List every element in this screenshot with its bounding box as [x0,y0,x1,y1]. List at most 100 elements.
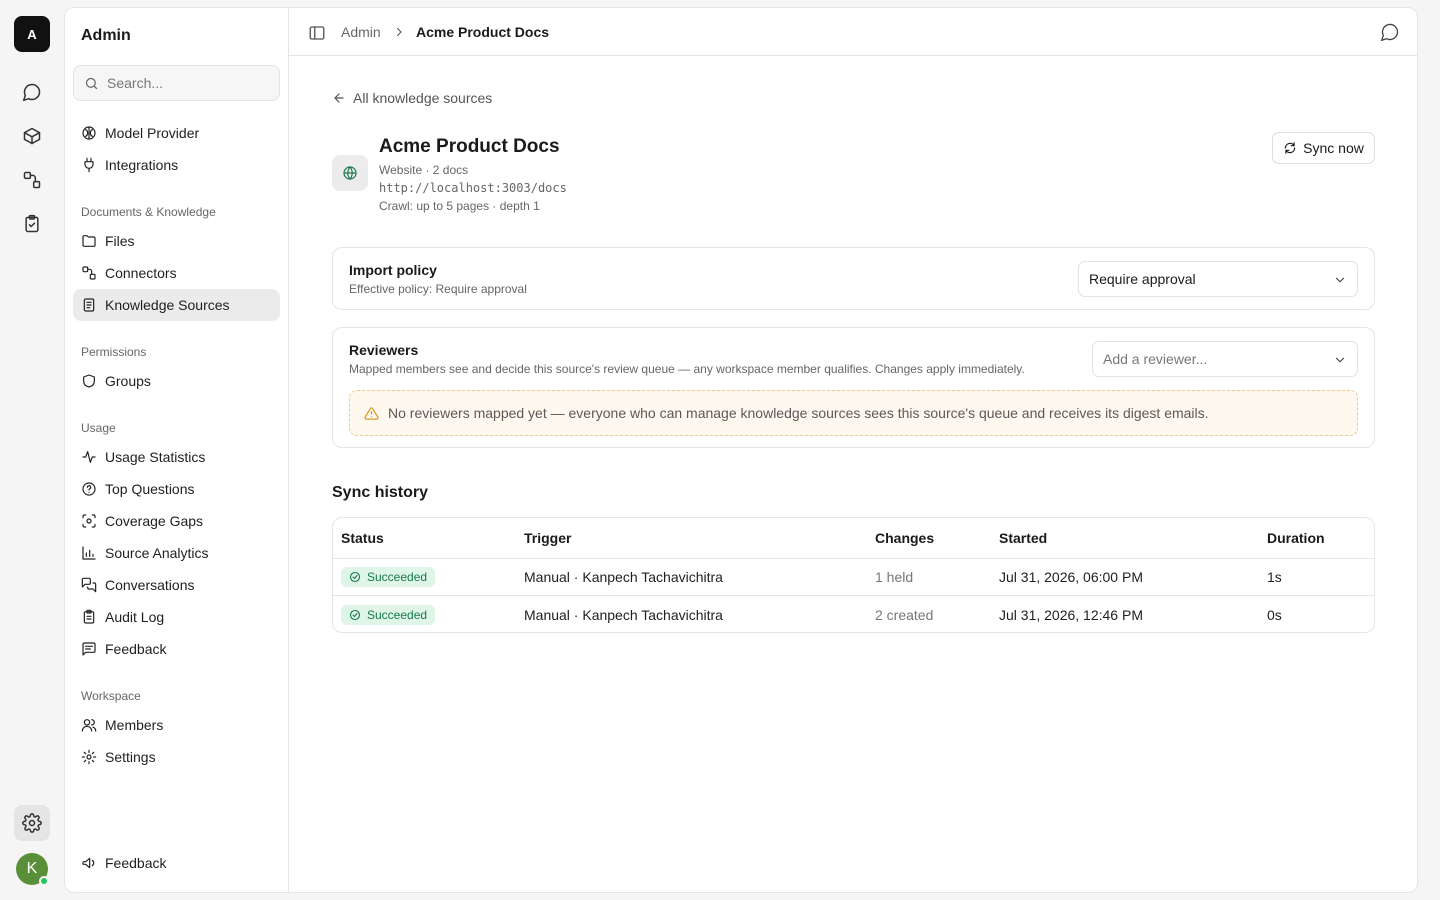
search-input[interactable] [107,75,267,91]
main-content: Admin Acme Product Docs All knowledge so… [289,8,1417,892]
sidebar-item-label: Usage Statistics [105,449,206,465]
scan-icon [82,514,96,528]
source-meta: Website · 2 docs [379,163,469,177]
status-badge: Succeeded [341,567,436,587]
add-reviewer-select[interactable]: Add a reviewer... [1092,341,1358,377]
clipboard-check-icon [25,214,39,233]
rail-connectors-button[interactable] [14,162,50,198]
import-policy-title: Import policy [349,262,437,278]
clipboard-icon [83,609,95,624]
bar-chart-icon [82,546,96,560]
source-name: Acme Product Docs [379,136,560,157]
sidebar-item-members[interactable]: Members [73,709,280,741]
sidebar-item-settings[interactable]: Settings [73,741,280,773]
status-cell: Succeeded [341,559,436,595]
import-policy-card: Import policy Effective policy: Require … [332,247,1375,310]
sidebar-item-label: Groups [105,373,151,389]
online-status-dot [39,876,49,886]
sidebar-item-label: Files [105,233,135,249]
sidebar-item-label: Top Questions [105,481,195,497]
sidebar-item-usage-statistics[interactable]: Usage Statistics [73,441,280,473]
search-icon [85,77,98,89]
admin-panel: Admin Model Provider Integrations Docume… [64,7,1418,893]
sidebar-search[interactable] [73,65,280,101]
back-link-label: All knowledge sources [353,90,493,106]
back-to-sources-link[interactable]: All knowledge sources [332,90,492,106]
workspace-logo[interactable]: A [14,16,50,52]
status-label: Succeeded [367,570,428,584]
sidebar-item-coverage-gaps[interactable]: Coverage Gaps [73,505,280,537]
sidebar-item-feedback[interactable]: Feedback [73,633,280,665]
column-header-started: Started [999,530,1048,546]
column-header-changes: Changes [875,530,935,546]
question-icon [82,482,96,496]
column-header-status: Status [341,530,384,546]
globe-icon [343,166,357,180]
rail-box-button[interactable] [14,118,50,154]
sidebar-item-conversations[interactable]: Conversations [73,569,280,601]
book-icon [83,298,95,312]
gear-icon [22,813,42,833]
sidebar-item-label: Members [105,717,164,733]
plug-icon [84,157,94,173]
sidebar-section-usage: Usage [81,421,116,435]
column-header-trigger: Trigger [524,530,572,546]
reviewers-card: Reviewers Mapped members see and decide … [332,327,1375,448]
chat-bubble-icon[interactable] [1380,22,1400,42]
sidebar-item-label: Settings [105,749,156,765]
sidebar-item-top-questions[interactable]: Top Questions [73,473,280,505]
chevron-down-icon [1335,357,1345,363]
gear-icon [81,749,97,765]
sidebar-item-source-analytics[interactable]: Source Analytics [73,537,280,569]
check-circle-icon [349,571,361,583]
sidebar-section-permissions: Permissions [81,345,147,359]
sidebar-section-documents: Documents & Knowledge [81,205,216,219]
chat-bubble-icon [22,83,41,102]
source-url: http://localhost:3003/docs [379,181,567,195]
sidebar-section-workspace: Workspace [81,689,141,703]
rail-chat-button[interactable] [14,74,50,110]
sidebar-item-connectors[interactable]: Connectors [73,257,280,289]
started-cell: Jul 31, 2026, 12:46 PM [999,606,1143,623]
add-reviewer-placeholder: Add a reviewer... [1103,351,1208,367]
sidebar-item-model-provider[interactable]: Model Provider [73,117,280,149]
top-bar: Admin Acme Product Docs [289,8,1417,56]
sidebar-item-label: Knowledge Sources [105,297,230,313]
users-icon [81,719,97,732]
sidebar-footer-feedback[interactable]: Feedback [73,847,280,879]
trigger-cell: Manual · Kanpech Tachavichitra [524,606,723,623]
sidebar-item-audit-log[interactable]: Audit Log [73,601,280,633]
messages-icon [81,577,97,593]
sidebar-item-label: Coverage Gaps [105,513,204,529]
table-header-row: Status Trigger Changes Started Duration [333,518,1374,559]
sidebar-title: Admin [81,27,131,44]
sync-now-button[interactable]: Sync now [1272,132,1375,164]
sync-now-label: Sync now [1303,140,1364,156]
cube-icon [23,127,41,145]
avatar-letter: K [26,860,38,877]
breadcrumb-root[interactable]: Admin [341,24,381,40]
shield-icon [83,374,95,388]
user-avatar[interactable]: K [16,853,49,886]
sidebar-toggle-icon[interactable] [308,24,326,42]
table-row[interactable]: Succeeded Manual · Kanpech Tachavichitra… [333,559,1374,596]
warning-triangle-icon [364,406,379,420]
sidebar-item-knowledge-sources[interactable]: Knowledge Sources [73,289,280,321]
changes-cell: 2 created [875,606,934,623]
table-row[interactable]: Succeeded Manual · Kanpech Tachavichitra… [333,596,1374,632]
rail-settings-button[interactable] [14,805,50,841]
activity-icon [82,451,96,463]
source-type-badge [332,155,368,191]
rail-tasks-button[interactable] [14,206,50,242]
sync-history-table: Status Trigger Changes Started Duration … [332,517,1375,633]
sync-history-title: Sync history [332,484,429,501]
import-policy-select[interactable]: Require approval [1078,261,1358,297]
status-label: Succeeded [367,607,428,622]
sidebar-item-groups[interactable]: Groups [73,365,280,397]
sidebar-item-integrations[interactable]: Integrations [73,149,280,181]
sidebar-item-files[interactable]: Files [73,225,280,257]
sidebar-item-label: Feedback [105,641,167,657]
warning-text: No reviewers mapped yet — everyone who c… [388,405,1209,421]
sidebar-item-label: Feedback [105,855,167,871]
import-policy-selected: Require approval [1089,271,1196,287]
